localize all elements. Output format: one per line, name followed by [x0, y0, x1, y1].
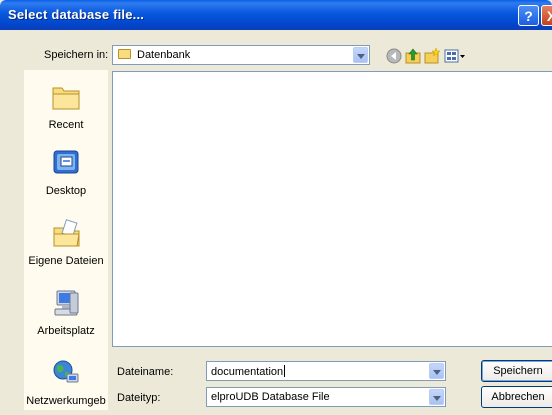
look-in-label: Speichern in:: [44, 49, 109, 61]
places-bar: Recent Desktop Eigene Dateien Arbeitspla…: [24, 70, 108, 410]
desktop-icon: [53, 150, 79, 174]
my-computer-icon: [54, 290, 79, 316]
filename-input[interactable]: documentation: [206, 361, 446, 381]
new-folder-icon[interactable]: [424, 48, 440, 64]
chevron-down-icon[interactable]: [353, 47, 368, 63]
filename-label: Dateiname:: [117, 366, 174, 378]
places-label-my-computer: Arbeitsplatz: [37, 325, 95, 337]
places-item-my-documents[interactable]: Eigene Dateien: [24, 218, 108, 267]
places-item-recent[interactable]: Recent: [24, 82, 108, 131]
folder-icon: [118, 49, 131, 59]
recent-folder-icon: [52, 87, 80, 110]
places-item-desktop[interactable]: Desktop: [24, 148, 108, 197]
places-label-recent: Recent: [48, 119, 84, 131]
close-button[interactable]: X: [541, 5, 552, 26]
save-button[interactable]: Speichern: [481, 360, 552, 382]
filename-value: documentation: [211, 366, 284, 378]
title-bar[interactable]: Select database file... ? X: [0, 0, 552, 30]
save-dialog: Select database file... ? X Speichern in…: [0, 0, 552, 415]
places-label-my-documents: Eigene Dateien: [28, 255, 104, 267]
back-icon[interactable]: [386, 48, 402, 64]
filetype-value: elproUDB Database File: [211, 391, 330, 403]
look-in-value: Datenbank: [137, 49, 191, 61]
file-list[interactable]: [112, 71, 552, 347]
filetype-dropdown[interactable]: elproUDB Database File: [206, 387, 446, 407]
look-in-dropdown[interactable]: Datenbank: [112, 45, 370, 65]
up-folder-icon[interactable]: [405, 48, 421, 64]
chevron-down-icon[interactable]: [429, 363, 444, 379]
chevron-down-icon[interactable]: [429, 389, 444, 405]
network-icon: [53, 360, 79, 383]
places-label-desktop: Desktop: [45, 185, 87, 197]
help-button[interactable]: ?: [518, 5, 539, 26]
view-menu-icon[interactable]: [444, 48, 466, 64]
cancel-button[interactable]: Abbrechen: [481, 386, 552, 408]
places-item-my-computer[interactable]: Arbeitsplatz: [24, 288, 108, 337]
my-documents-icon: [53, 219, 80, 247]
text-caret: [284, 365, 286, 377]
places-label-network: Netzwerkumgeb: [26, 395, 106, 407]
places-item-network[interactable]: Netzwerkumgeb: [24, 358, 108, 407]
window-title: Select database file...: [8, 7, 145, 22]
filetype-label: Dateityp:: [117, 392, 161, 404]
